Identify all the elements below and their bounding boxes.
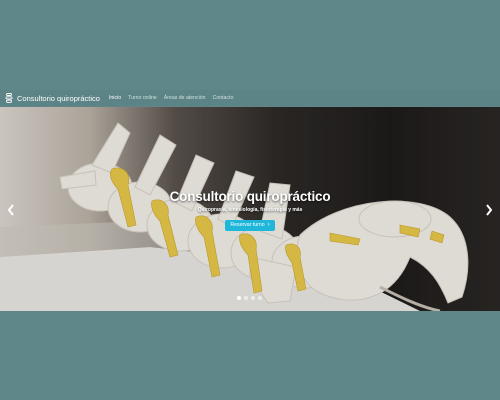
spine-icon [4,93,14,103]
carousel-indicator-3[interactable] [251,296,255,300]
brand-link[interactable]: Consultorio quiropráctico [4,93,100,103]
carousel-prev-button[interactable] [4,203,18,217]
nav-link-inicio[interactable]: Inicio [109,95,121,101]
reserve-appointment-button[interactable]: Reservar turno › [225,219,275,231]
brand-label: Consultorio quiropráctico [17,93,100,103]
chevron-right-icon: › [267,222,270,228]
chevron-right-icon [486,204,493,216]
nav-link-turno-online[interactable]: Turno online [128,95,157,101]
reserve-appointment-label: Reservar turno [230,222,265,228]
navbar: Consultorio quiropráctico Inicio Turno o… [0,90,500,106]
carousel-indicators [237,296,265,300]
page: Consultorio quiropráctico Inicio Turno o… [0,0,500,400]
hero-subtitle: Quiropraxia, kinesiología, fisioterapia … [197,207,303,213]
carousel-indicator-4[interactable] [258,296,262,300]
hero-caption: Consultorio quiropráctico Quiropraxia, k… [150,189,350,231]
carousel-indicator-2[interactable] [244,296,248,300]
hero-title: Consultorio quiropráctico [169,189,331,204]
nav-links: Inicio Turno online Áreas de atención Co… [109,95,240,101]
chevron-left-icon [7,204,14,216]
nav-link-contacto[interactable]: Contacto [213,95,234,101]
hero-carousel: Consultorio quiropráctico Quiropraxia, k… [0,107,500,311]
carousel-indicator-1[interactable] [237,296,241,300]
nav-link-areas-de-atencion[interactable]: Áreas de atención [164,95,206,101]
carousel-next-button[interactable] [482,203,496,217]
